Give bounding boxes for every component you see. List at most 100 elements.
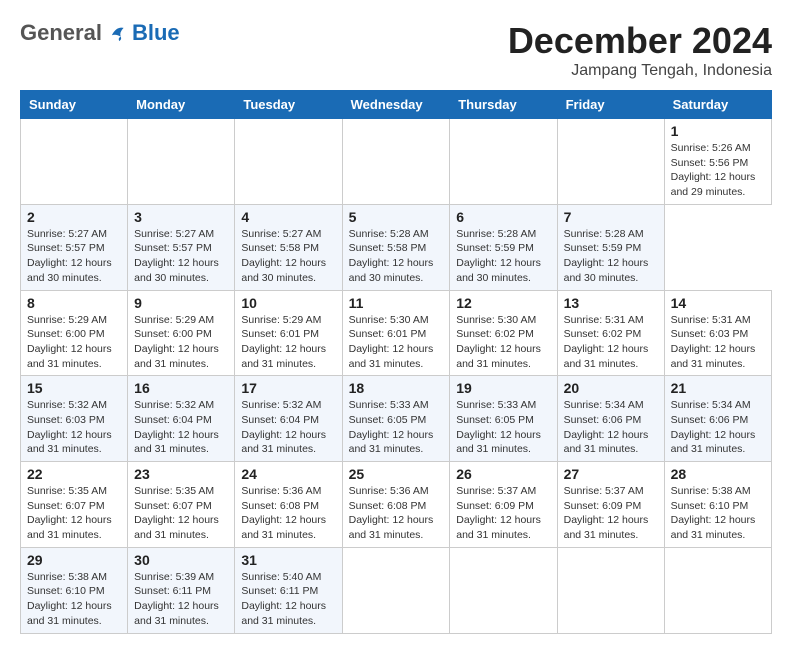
day-number: 31 [241,552,335,568]
day-number: 15 [27,380,121,396]
day-info: Sunrise: 5:27 AMSunset: 5:57 PMDaylight:… [134,228,219,284]
day-info: Sunrise: 5:31 AMSunset: 6:03 PMDaylight:… [671,314,756,370]
calendar-week-6: 29 Sunrise: 5:38 AMSunset: 6:10 PMDaylig… [21,547,772,633]
day-number: 18 [349,380,444,396]
day-number: 9 [134,295,228,311]
page-header: General Blue December 2024 Jampang Tenga… [20,20,772,80]
empty-cell [450,119,557,205]
day-cell-20: 20 Sunrise: 5:34 AMSunset: 6:06 PMDaylig… [557,376,664,462]
day-cell-9: 9 Sunrise: 5:29 AMSunset: 6:00 PMDayligh… [128,290,235,376]
day-info: Sunrise: 5:26 AMSunset: 5:56 PMDaylight:… [671,142,756,198]
col-header-thursday: Thursday [450,91,557,119]
day-info: Sunrise: 5:33 AMSunset: 6:05 PMDaylight:… [456,399,541,455]
day-cell-31: 31 Sunrise: 5:40 AMSunset: 6:11 PMDaylig… [235,547,342,633]
day-info: Sunrise: 5:33 AMSunset: 6:05 PMDaylight:… [349,399,434,455]
day-number: 27 [564,466,658,482]
day-number: 11 [349,295,444,311]
day-info: Sunrise: 5:27 AMSunset: 5:57 PMDaylight:… [27,228,112,284]
col-header-wednesday: Wednesday [342,91,450,119]
day-info: Sunrise: 5:37 AMSunset: 6:09 PMDaylight:… [564,485,649,541]
logo-general: General [20,20,102,46]
calendar-week-4: 15 Sunrise: 5:32 AMSunset: 6:03 PMDaylig… [21,376,772,462]
subtitle: Jampang Tengah, Indonesia [508,62,772,80]
day-number: 13 [564,295,658,311]
main-title: December 2024 [508,20,772,62]
calendar-table: SundayMondayTuesdayWednesdayThursdayFrid… [20,90,772,634]
day-info: Sunrise: 5:29 AMSunset: 6:01 PMDaylight:… [241,314,326,370]
calendar-week-5: 22 Sunrise: 5:35 AMSunset: 6:07 PMDaylig… [21,462,772,548]
day-info: Sunrise: 5:38 AMSunset: 6:10 PMDaylight:… [27,571,112,627]
day-info: Sunrise: 5:36 AMSunset: 6:08 PMDaylight:… [349,485,434,541]
day-cell-4: 4 Sunrise: 5:27 AMSunset: 5:58 PMDayligh… [235,204,342,290]
col-header-sunday: Sunday [21,91,128,119]
day-info: Sunrise: 5:35 AMSunset: 6:07 PMDaylight:… [134,485,219,541]
day-info: Sunrise: 5:32 AMSunset: 6:04 PMDaylight:… [134,399,219,455]
day-number: 24 [241,466,335,482]
day-cell-15: 15 Sunrise: 5:32 AMSunset: 6:03 PMDaylig… [21,376,128,462]
day-info: Sunrise: 5:39 AMSunset: 6:11 PMDaylight:… [134,571,219,627]
col-header-monday: Monday [128,91,235,119]
day-info: Sunrise: 5:29 AMSunset: 6:00 PMDaylight:… [27,314,112,370]
empty-cell [557,547,664,633]
day-cell-5: 5 Sunrise: 5:28 AMSunset: 5:58 PMDayligh… [342,204,450,290]
day-number: 1 [671,123,765,139]
day-number: 14 [671,295,765,311]
day-number: 3 [134,209,228,225]
col-header-friday: Friday [557,91,664,119]
day-cell-14: 14 Sunrise: 5:31 AMSunset: 6:03 PMDaylig… [664,290,771,376]
day-info: Sunrise: 5:34 AMSunset: 6:06 PMDaylight:… [671,399,756,455]
day-number: 17 [241,380,335,396]
day-info: Sunrise: 5:27 AMSunset: 5:58 PMDaylight:… [241,228,326,284]
day-number: 30 [134,552,228,568]
day-cell-17: 17 Sunrise: 5:32 AMSunset: 6:04 PMDaylig… [235,376,342,462]
day-info: Sunrise: 5:36 AMSunset: 6:08 PMDaylight:… [241,485,326,541]
empty-cell [342,547,450,633]
day-cell-16: 16 Sunrise: 5:32 AMSunset: 6:04 PMDaylig… [128,376,235,462]
col-header-tuesday: Tuesday [235,91,342,119]
day-cell-6: 6 Sunrise: 5:28 AMSunset: 5:59 PMDayligh… [450,204,557,290]
day-number: 28 [671,466,765,482]
logo-blue: Blue [132,20,180,46]
day-cell-30: 30 Sunrise: 5:39 AMSunset: 6:11 PMDaylig… [128,547,235,633]
day-number: 20 [564,380,658,396]
day-info: Sunrise: 5:31 AMSunset: 6:02 PMDaylight:… [564,314,649,370]
empty-cell [21,119,128,205]
day-cell-28: 28 Sunrise: 5:38 AMSunset: 6:10 PMDaylig… [664,462,771,548]
day-cell-23: 23 Sunrise: 5:35 AMSunset: 6:07 PMDaylig… [128,462,235,548]
day-info: Sunrise: 5:35 AMSunset: 6:07 PMDaylight:… [27,485,112,541]
day-info: Sunrise: 5:28 AMSunset: 5:59 PMDaylight:… [564,228,649,284]
day-info: Sunrise: 5:38 AMSunset: 6:10 PMDaylight:… [671,485,756,541]
day-number: 10 [241,295,335,311]
day-number: 25 [349,466,444,482]
day-cell-1: 1 Sunrise: 5:26 AMSunset: 5:56 PMDayligh… [664,119,771,205]
day-info: Sunrise: 5:32 AMSunset: 6:04 PMDaylight:… [241,399,326,455]
day-number: 21 [671,380,765,396]
day-number: 29 [27,552,121,568]
day-number: 5 [349,209,444,225]
day-cell-21: 21 Sunrise: 5:34 AMSunset: 6:06 PMDaylig… [664,376,771,462]
day-cell-19: 19 Sunrise: 5:33 AMSunset: 6:05 PMDaylig… [450,376,557,462]
day-cell-11: 11 Sunrise: 5:30 AMSunset: 6:01 PMDaylig… [342,290,450,376]
day-cell-3: 3 Sunrise: 5:27 AMSunset: 5:57 PMDayligh… [128,204,235,290]
day-info: Sunrise: 5:37 AMSunset: 6:09 PMDaylight:… [456,485,541,541]
col-header-saturday: Saturday [664,91,771,119]
day-number: 23 [134,466,228,482]
day-number: 22 [27,466,121,482]
day-cell-24: 24 Sunrise: 5:36 AMSunset: 6:08 PMDaylig… [235,462,342,548]
calendar-week-1: 1 Sunrise: 5:26 AMSunset: 5:56 PMDayligh… [21,119,772,205]
empty-cell [557,119,664,205]
day-cell-2: 2 Sunrise: 5:27 AMSunset: 5:57 PMDayligh… [21,204,128,290]
empty-cell [128,119,235,205]
day-cell-8: 8 Sunrise: 5:29 AMSunset: 6:00 PMDayligh… [21,290,128,376]
day-number: 19 [456,380,550,396]
day-cell-26: 26 Sunrise: 5:37 AMSunset: 6:09 PMDaylig… [450,462,557,548]
empty-cell [450,547,557,633]
day-number: 7 [564,209,658,225]
day-cell-13: 13 Sunrise: 5:31 AMSunset: 6:02 PMDaylig… [557,290,664,376]
empty-cell [342,119,450,205]
day-info: Sunrise: 5:40 AMSunset: 6:11 PMDaylight:… [241,571,326,627]
day-info: Sunrise: 5:28 AMSunset: 5:59 PMDaylight:… [456,228,541,284]
calendar-week-2: 2 Sunrise: 5:27 AMSunset: 5:57 PMDayligh… [21,204,772,290]
day-cell-7: 7 Sunrise: 5:28 AMSunset: 5:59 PMDayligh… [557,204,664,290]
day-cell-22: 22 Sunrise: 5:35 AMSunset: 6:07 PMDaylig… [21,462,128,548]
